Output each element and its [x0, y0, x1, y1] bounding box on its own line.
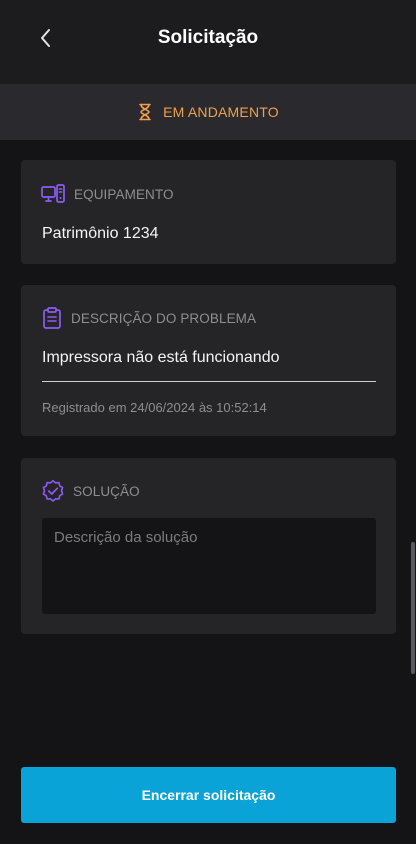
equipment-card: EQUIPAMENTO Patrimônio 1234	[21, 160, 396, 264]
problem-label: DESCRIÇÃO DO PROBLEMA	[71, 310, 257, 326]
page-title: Solicitação	[157, 27, 259, 48]
equipment-label: EQUIPAMENTO	[74, 186, 174, 202]
registered-timestamp: Registrado em 24/06/2024 às 10:52:14	[42, 400, 267, 415]
chevron-left-icon	[41, 29, 50, 47]
hourglass-icon	[139, 103, 151, 121]
problem-divider	[42, 381, 376, 382]
solution-card: SOLUÇÃO	[21, 458, 396, 634]
problem-description-card: DESCRIÇÃO DO PROBLEMA Impressora não est…	[21, 285, 396, 436]
verified-badge-icon	[42, 480, 64, 502]
solution-card-header: SOLUÇÃO	[41, 479, 140, 503]
status-banner: EM ANDAMENTO	[0, 84, 416, 140]
problem-value: Impressora não está funcionando	[42, 349, 280, 366]
scrollbar-thumb[interactable]	[411, 542, 415, 674]
clipboard-icon	[43, 307, 61, 329]
equipment-value: Patrimônio 1234	[42, 225, 159, 242]
computer-icon	[41, 184, 65, 203]
solution-input[interactable]	[42, 518, 376, 614]
status-text: EM ANDAMENTO	[163, 104, 279, 120]
problem-card-header: DESCRIÇÃO DO PROBLEMA	[41, 307, 256, 329]
solution-label: SOLUÇÃO	[73, 483, 140, 499]
close-request-button[interactable]: Encerrar solicitação	[21, 767, 396, 823]
equipment-card-header: EQUIPAMENTO	[41, 184, 174, 204]
back-button[interactable]	[30, 22, 62, 54]
request-screen: Solicitação EM ANDAMENTO EQUIPAMENTO Pat…	[0, 0, 416, 844]
top-app-bar: Solicitação	[0, 0, 416, 84]
